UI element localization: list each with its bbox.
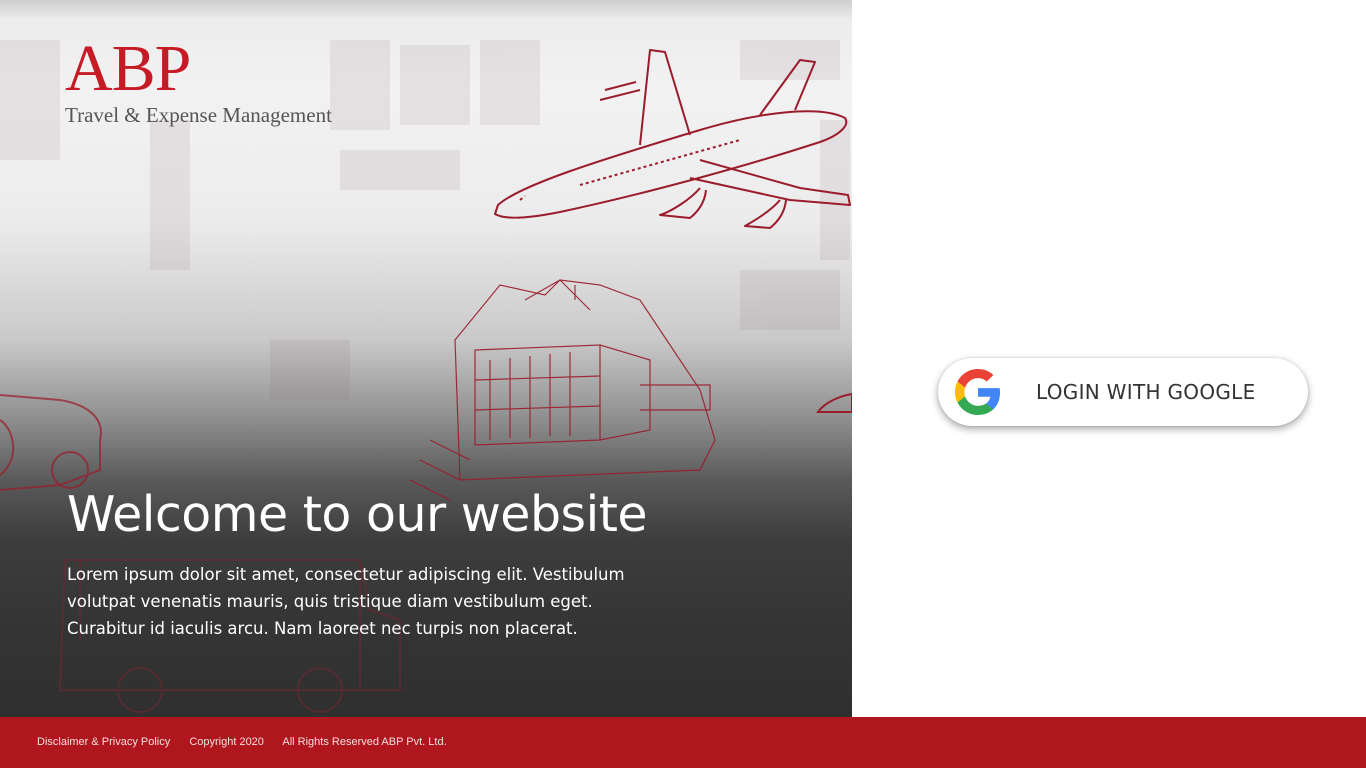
car-sketch	[0, 394, 102, 491]
house-sketch	[409, 279, 716, 501]
brand-tagline: Travel & Expense Management	[65, 103, 332, 127]
footer: Disclaimer & Privacy Policy Copyright 20…	[0, 717, 1366, 768]
page-root: ABP Travel & Expense Management Welcome …	[0, 0, 1366, 768]
login-with-google-button[interactable]: LOGIN WITH GOOGLE	[938, 358, 1308, 426]
login-panel: LOGIN WITH GOOGLE	[852, 0, 1366, 717]
brand-logo[interactable]: ABP	[65, 36, 332, 102]
brand-block[interactable]: ABP Travel & Expense Management	[65, 36, 332, 128]
welcome-description: Lorem ipsum dolor sit amet, consectetur …	[67, 565, 625, 638]
welcome-block: Welcome to our website Lorem ipsum dolor…	[67, 484, 707, 642]
disclaimer-privacy-link[interactable]: Disclaimer & Privacy Policy	[37, 736, 170, 748]
rights-text: All Rights Reserved ABP Pvt. Ltd.	[282, 736, 447, 748]
footer-links: Disclaimer & Privacy Policy Copyright 20…	[37, 717, 463, 768]
login-with-google-label: LOGIN WITH GOOGLE	[1036, 380, 1256, 404]
copyright-text: Copyright 2020	[189, 736, 264, 748]
welcome-title: Welcome to our website	[67, 486, 648, 543]
small-airplane-sketch	[816, 392, 852, 413]
google-g-icon	[955, 369, 1001, 415]
hero-panel: ABP Travel & Expense Management Welcome …	[0, 0, 852, 717]
